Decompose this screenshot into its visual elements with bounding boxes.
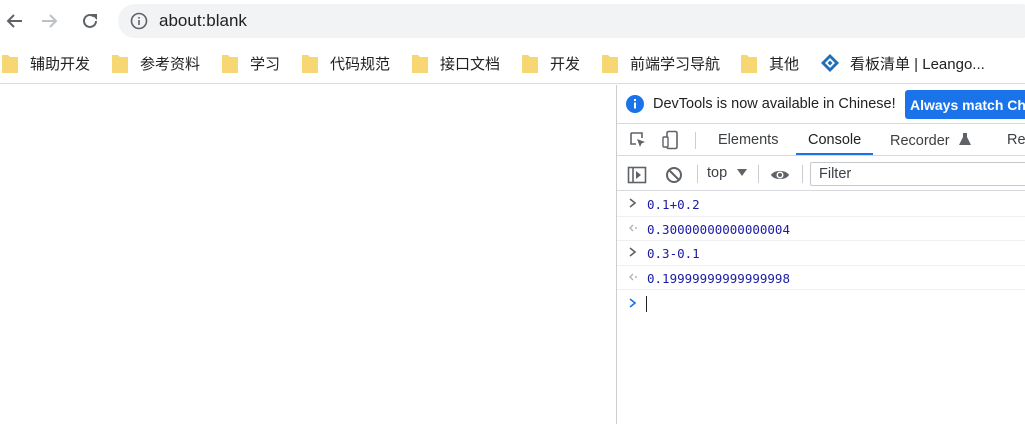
folder-icon (741, 53, 757, 73)
bookmark-folder-学习[interactable]: 学习 (222, 52, 280, 74)
forward-button[interactable] (34, 6, 64, 36)
toolbar-separator (758, 165, 759, 183)
bookmark-folder-开发[interactable]: 开发 (522, 52, 580, 74)
bookmark-label: 看板清单 | Leango... (850, 55, 985, 73)
chevron-right-icon (629, 247, 637, 257)
bookmark-leangoo[interactable]: 看板清单 | Leango... (820, 52, 985, 74)
devtools-tabs: Elements Console Recorder Re (617, 124, 1025, 156)
reload-icon (83, 13, 97, 28)
console-toolbar: top (617, 157, 1025, 191)
tabs-separator (695, 132, 696, 149)
folder-icon (302, 53, 318, 73)
reload-button[interactable] (75, 6, 105, 36)
devtools-panel: DevTools is now available in Chinese! Al… (616, 85, 1025, 424)
bookmark-label: 学习 (250, 55, 281, 73)
device-toolbar-icon[interactable] (661, 130, 681, 150)
prompt-chevron-icon (629, 298, 637, 308)
console-result-text: 0.30000000000000004 (647, 221, 790, 237)
clear-console-icon[interactable] (664, 165, 684, 185)
folder-icon (112, 53, 128, 73)
bookmark-label: 前端学习导航 (630, 55, 721, 73)
sidebar-toggle-icon[interactable] (627, 165, 647, 185)
forward-arrow-icon (42, 14, 58, 28)
tab-more[interactable]: Re (1007, 124, 1025, 155)
bookmark-label: 辅助开发 (30, 55, 91, 73)
tab-recorder-label: Recorder (890, 133, 950, 149)
result-arrow-icon (629, 273, 637, 280)
info-circle-icon (626, 95, 644, 113)
info-icon[interactable] (130, 12, 148, 30)
bookmark-folder-前端学习导航[interactable]: 前端学习导航 (602, 52, 720, 74)
context-label: top (707, 165, 728, 181)
console-input-text: 0.1+0.2 (647, 197, 700, 212)
bookmark-label: 开发 (550, 55, 581, 73)
infobar-message: DevTools is now available in Chinese! (653, 96, 896, 112)
browser-toolbar: about:blank (0, 0, 1025, 42)
tab-elements[interactable]: Elements (718, 124, 778, 155)
folder-icon (222, 53, 238, 73)
filter-input[interactable] (811, 163, 1025, 185)
leangoo-logo-icon (820, 53, 840, 73)
toolbar-separator (802, 165, 803, 183)
folder-icon (2, 53, 18, 73)
bookmark-label: 接口文档 (440, 55, 501, 73)
bookmarks-bar: 辅助开发 参考资料 学习 代码规范 接口文档 开发 前端学习导航 其他 看板清单… (0, 42, 1025, 84)
live-expression-eye-icon[interactable] (770, 165, 790, 185)
url-text[interactable]: about:blank (159, 11, 247, 31)
console-input-line[interactable]: 0.3-0.1 (617, 241, 1025, 266)
console-input-line[interactable]: 0.1+0.2 (617, 192, 1025, 217)
folder-icon (522, 53, 538, 73)
result-arrow-icon (629, 224, 637, 231)
bookmark-label: 代码规范 (330, 55, 391, 73)
bookmark-label: 其他 (769, 55, 800, 73)
console-result-line[interactable]: 0.30000000000000004 (617, 217, 1025, 241)
bookmark-folder-参考资料[interactable]: 参考资料 (112, 52, 200, 74)
console-result-line[interactable]: 0.19999999999999998 (617, 266, 1025, 290)
tab-console[interactable]: Console (796, 124, 874, 155)
console-prompt[interactable] (617, 290, 1025, 316)
bookmark-folder-代码规范[interactable]: 代码规范 (302, 52, 390, 74)
back-arrow-icon (6, 14, 22, 28)
console-result-text: 0.19999999999999998 (647, 270, 790, 286)
bookmark-folder-辅助开发[interactable]: 辅助开发 (2, 52, 90, 74)
bookmark-label: 参考资料 (140, 55, 201, 73)
filter-box[interactable] (810, 162, 1025, 186)
inspect-element-icon[interactable] (628, 130, 648, 150)
flask-icon (958, 133, 971, 145)
language-infobar: DevTools is now available in Chinese! Al… (617, 85, 1025, 124)
back-button[interactable] (0, 6, 30, 36)
toolbar-separator (697, 165, 698, 183)
folder-icon (412, 53, 428, 73)
dropdown-triangle-icon (737, 169, 748, 176)
bookmark-folder-其他[interactable]: 其他 (741, 52, 799, 74)
console-input-text: 0.3-0.1 (647, 246, 700, 261)
text-cursor (646, 296, 647, 312)
context-selector[interactable]: top (707, 165, 748, 181)
chevron-right-icon (629, 198, 637, 208)
bookmark-folder-接口文档[interactable]: 接口文档 (412, 52, 500, 74)
address-bar[interactable]: about:blank (118, 4, 1025, 38)
tab-recorder[interactable]: Recorder (890, 124, 972, 155)
folder-icon (602, 53, 618, 73)
always-match-button[interactable]: Always match Ch (905, 90, 1025, 119)
console-output: 0.1+0.2 0.30000000000000004 0.3-0.1 0.19… (617, 192, 1025, 316)
